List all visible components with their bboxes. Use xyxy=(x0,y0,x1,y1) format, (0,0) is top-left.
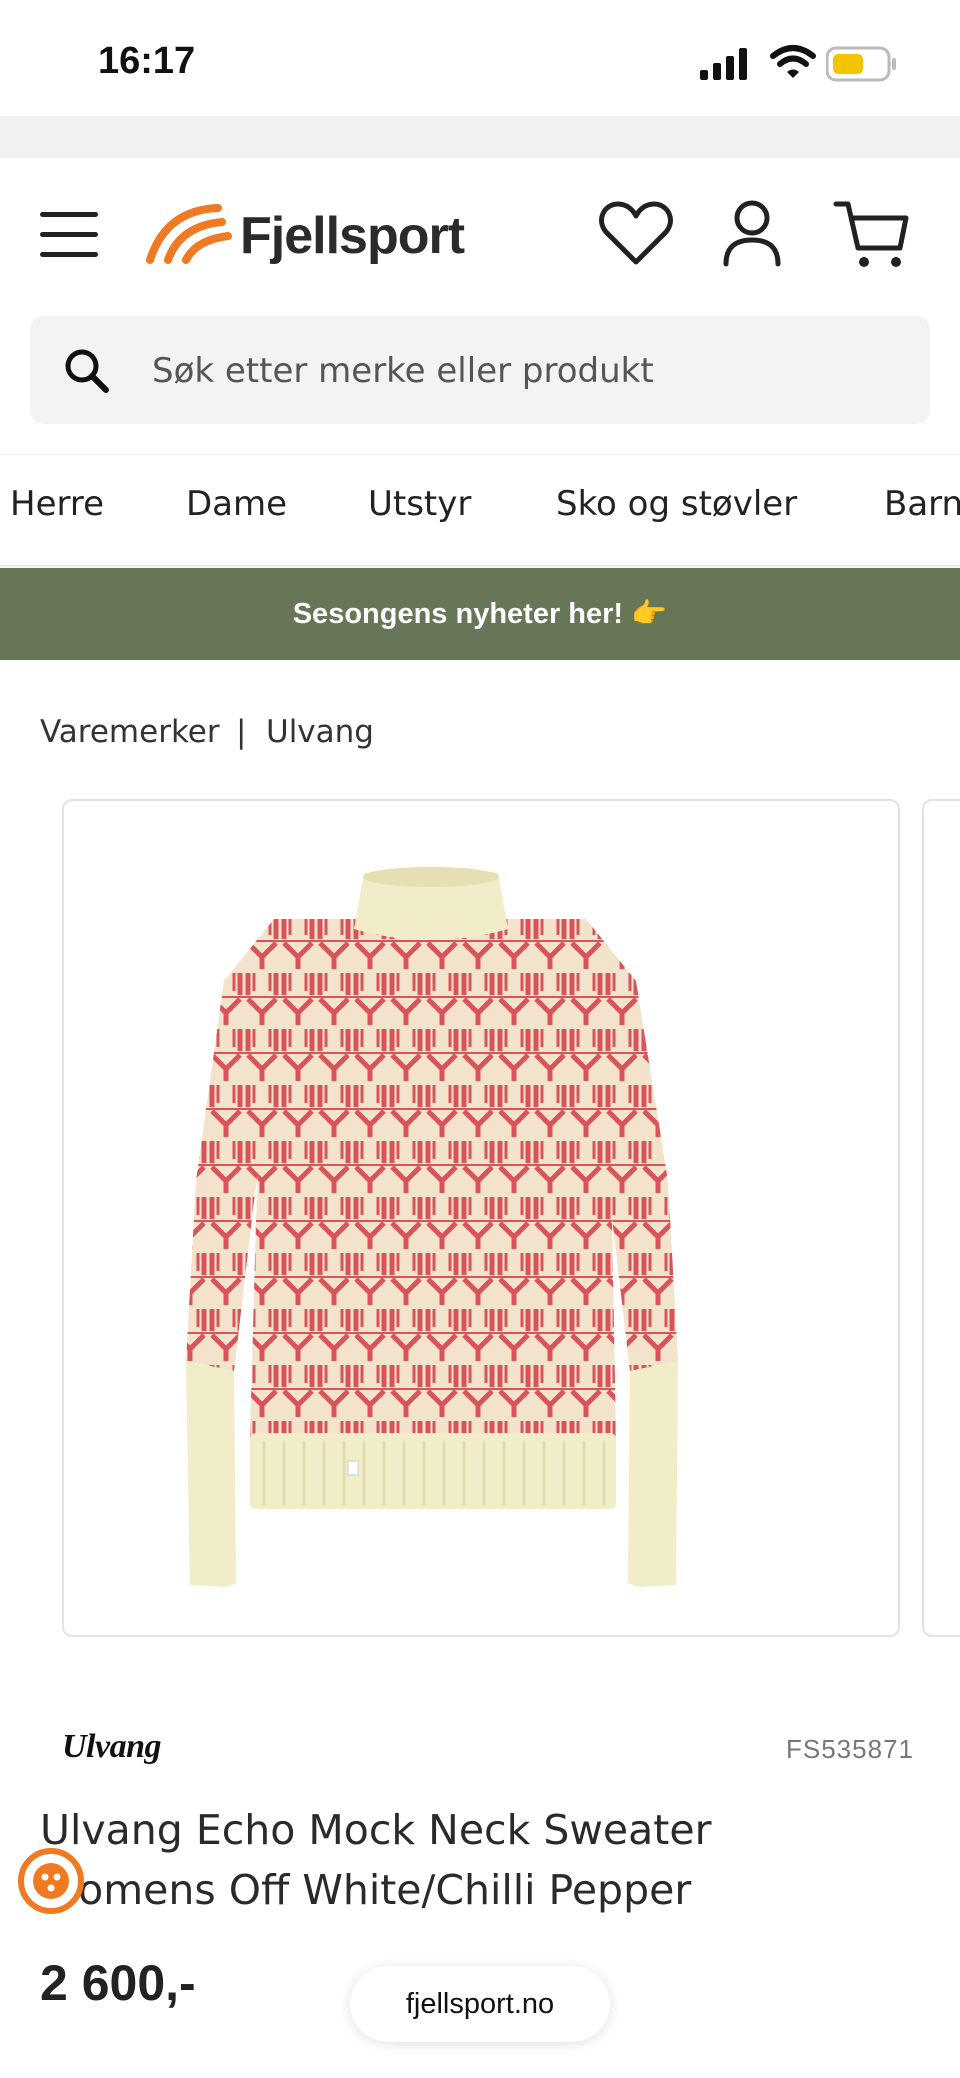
search-input[interactable] xyxy=(150,340,894,402)
hamburger-line xyxy=(40,212,98,217)
browser-strip xyxy=(0,116,960,158)
category-dame[interactable]: Dame xyxy=(186,484,287,524)
wifi-icon xyxy=(770,45,816,78)
breadcrumb-ulvang[interactable]: Ulvang xyxy=(266,714,374,750)
status-time: 16:17 xyxy=(98,40,196,82)
hamburger-line xyxy=(40,252,98,257)
category-utstyr[interactable]: Utstyr xyxy=(368,484,471,524)
product-title-line1: Ulvang Echo Mock Neck Sweater xyxy=(40,1806,712,1854)
search-icon[interactable] xyxy=(62,346,112,396)
product-title-line2: Womens Off White/Chilli Pepper xyxy=(40,1866,692,1914)
user-icon[interactable] xyxy=(720,198,784,268)
heart-icon[interactable] xyxy=(598,198,674,268)
battery-icon xyxy=(826,46,896,82)
site-header xyxy=(0,158,960,308)
breadcrumb-varemerker[interactable]: Varemerker xyxy=(40,714,220,750)
hamburger-line xyxy=(40,232,98,237)
fjellsport-logo-icon[interactable] xyxy=(146,200,236,264)
browser-url-pill[interactable]: fjellsport.no xyxy=(350,1966,610,2042)
brand-logo[interactable]: Ulvang xyxy=(62,1728,162,1766)
product-image-card[interactable] xyxy=(62,799,900,1637)
category-herre[interactable]: Herre xyxy=(10,484,104,524)
menu-button[interactable] xyxy=(40,212,98,258)
category-sko-og-stovler[interactable]: Sko og støvler xyxy=(556,484,797,524)
cart-icon[interactable] xyxy=(832,198,912,272)
brand-name[interactable]: Fjellsport xyxy=(240,206,465,266)
chat-widget-icon[interactable] xyxy=(16,1846,86,1916)
category-barn[interactable]: Barn xyxy=(884,484,960,524)
season-banner[interactable]: Sesongens nyheter her! 👉 xyxy=(0,568,960,660)
next-image-card[interactable] xyxy=(922,799,960,1637)
breadcrumb-separator: | xyxy=(236,714,247,750)
product-price: 2 600,- xyxy=(40,1955,196,2011)
signal-icon xyxy=(700,48,747,80)
product-image xyxy=(186,867,678,1587)
product-sku: FS535871 xyxy=(786,1734,914,1764)
category-nav xyxy=(0,454,960,566)
product-title: Ulvang Echo Mock Neck Sweater Womens Off… xyxy=(40,1800,920,1920)
